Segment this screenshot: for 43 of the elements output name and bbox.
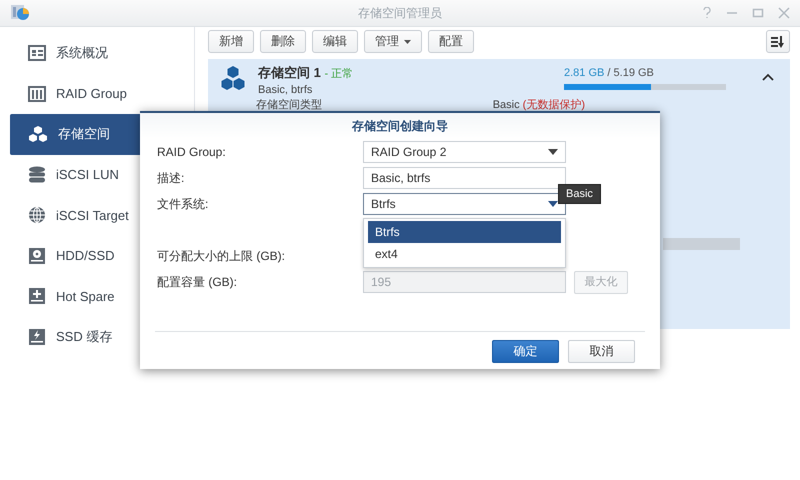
- dropdown-option[interactable]: Btrfs: [368, 221, 561, 243]
- cubes-icon: [220, 65, 246, 91]
- chevron-icon[interactable]: [762, 73, 774, 81]
- menu-button[interactable]: 管理: [364, 30, 422, 53]
- field-label: 配置容量 (GB):: [157, 275, 238, 289]
- caret-icon: [404, 40, 411, 44]
- sort-icon: [771, 36, 785, 48]
- toolbar-button[interactable]: 新增: [208, 30, 254, 53]
- confirm-button[interactable]: 确定: [492, 340, 559, 363]
- maximize-icon[interactable]: [752, 7, 764, 19]
- caret-icon: [548, 201, 558, 207]
- toolbar-button[interactable]: 删除: [260, 30, 306, 53]
- sidebar-item[interactable]: RAID Group: [10, 74, 194, 114]
- input-field[interactable]: Basic, btrfs: [363, 167, 566, 189]
- sidebar-item[interactable]: SSD 缓存: [10, 316, 194, 357]
- field-label: 文件系统:: [157, 197, 210, 211]
- database-icon: [28, 166, 46, 184]
- cancel-button[interactable]: 取消: [568, 340, 635, 363]
- raid-icon: [28, 86, 46, 102]
- detail-value: Basic (无数据保护): [492, 99, 585, 112]
- window-title: 存储空间管理员: [358, 4, 442, 22]
- field-label: 描述:: [157, 171, 186, 185]
- dropdown-option[interactable]: ext4: [368, 243, 561, 265]
- sort-button[interactable]: [766, 30, 790, 53]
- dropdown-field[interactable]: Btrfs: [363, 193, 566, 215]
- field-label: 可分配大小的上限 (GB):: [157, 249, 286, 263]
- cubes-icon: [28, 125, 48, 144]
- usage-text: 2.81 GB / 5.19 GB: [564, 67, 655, 79]
- sidebar-item[interactable]: 系统概况: [10, 33, 194, 74]
- volume-title: 存储空间 1 - 正常: [258, 65, 354, 82]
- app-logo-icon: [10, 2, 30, 20]
- dropdown-field[interactable]: RAID Group 2: [363, 141, 566, 163]
- globe-icon: [28, 206, 46, 224]
- id-card-icon: [28, 45, 46, 62]
- close-icon[interactable]: [778, 7, 790, 19]
- tooltip: Basic: [558, 184, 601, 204]
- help-icon[interactable]: [702, 7, 712, 19]
- dialog-title: 存储空间创建向导: [140, 113, 660, 139]
- caret-icon: [548, 149, 558, 155]
- toolbar-button[interactable]: 编辑: [312, 30, 358, 53]
- detail-label: 存储空间类型: [256, 99, 322, 112]
- volume-description: Basic, btrfs: [258, 83, 314, 97]
- toolbar-button[interactable]: 配置: [428, 30, 474, 53]
